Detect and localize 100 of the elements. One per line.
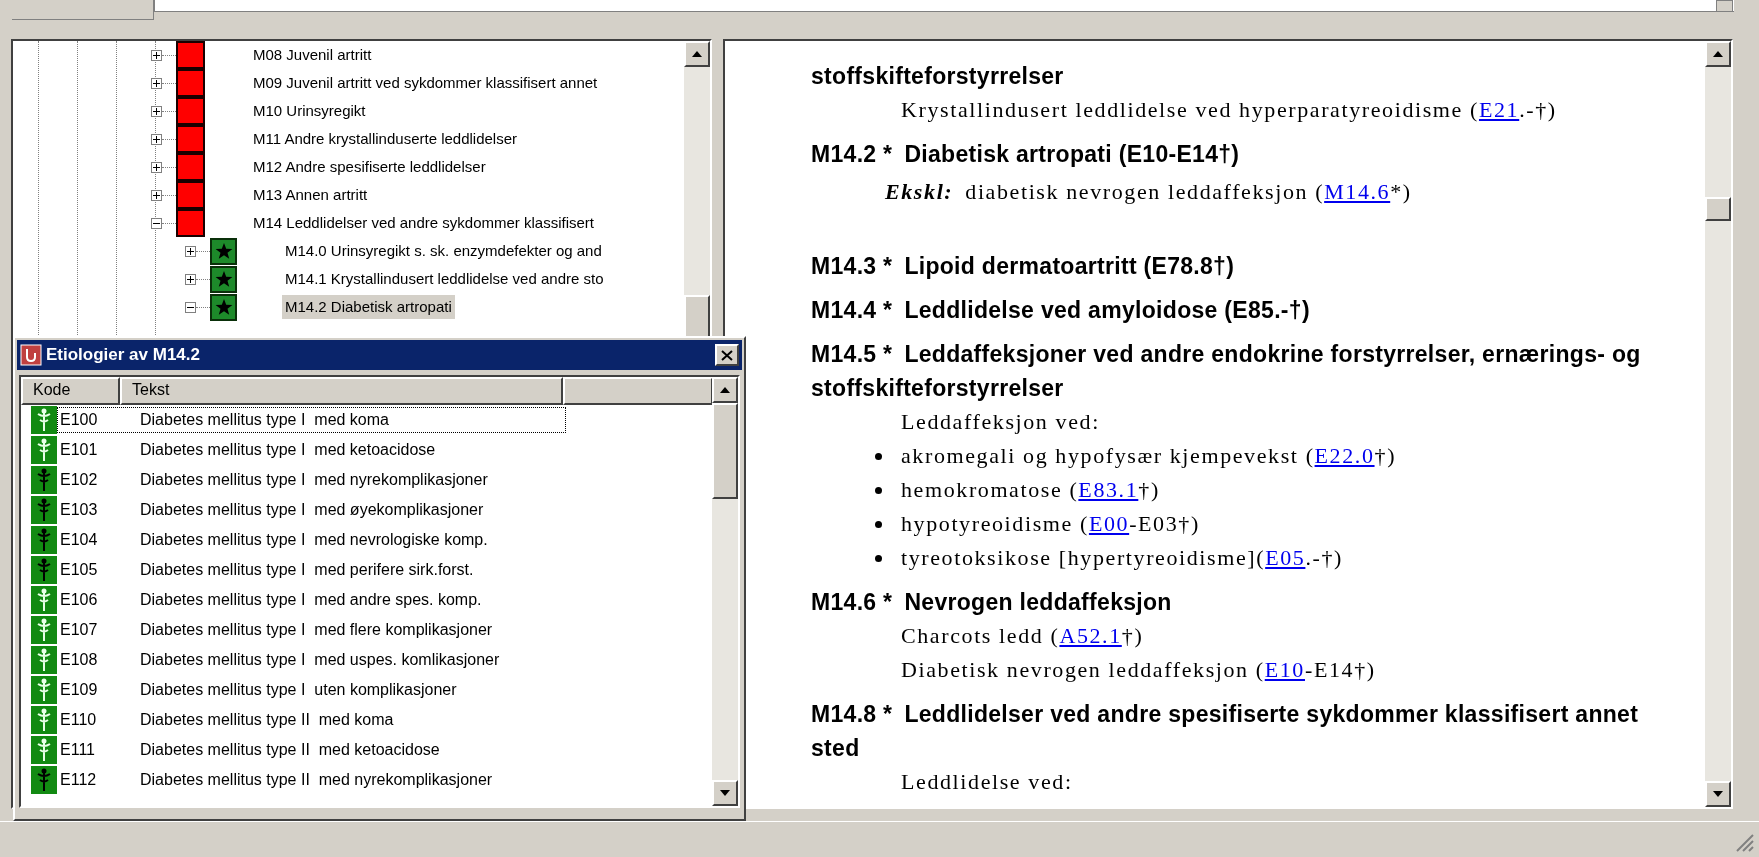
list-row[interactable]: E101 Diabetes mellitus type I med ketoacidose — [57, 437, 566, 463]
expand-toggle[interactable] — [151, 77, 162, 89]
text-cell-text: Diabetes mellitus type I med perifere sirk.forst. — [140, 560, 474, 580]
heading: M14.3 * Lipoid dermatoartritt (E78.8†) — [811, 252, 1236, 281]
list-row[interactable]: E107 Diabetes mellitus type I med flere komplikasjoner — [57, 617, 566, 643]
window-title: Etiologier av M14.2 — [46, 344, 201, 367]
star-glyph-icon — [214, 270, 233, 288]
tree-item[interactable]: M13 Annen artritt — [250, 183, 371, 207]
expand-toggle[interactable] — [185, 273, 196, 285]
status-block-icon — [176, 69, 205, 97]
scroll-up-button[interactable] — [712, 377, 738, 403]
paragraph: Charcots ledd (A52.1†) — [901, 623, 1144, 648]
tree-item[interactable]: M10 Urinsyregikt — [250, 99, 369, 123]
staff-icon — [31, 736, 57, 764]
expand-toggle[interactable] — [151, 49, 162, 61]
text-cell-text: Diabetes mellitus type I med nyrekomplikasjoner — [140, 470, 488, 490]
staff-icon — [31, 406, 57, 434]
text-cell-text: Diabetes mellitus type II med nyrekomplikasjoner — [140, 770, 493, 790]
list-row[interactable]: E105 Diabetes mellitus type I med perifere sirk.forst. — [57, 557, 566, 583]
code-cell-text: E103 — [59, 500, 99, 520]
staff-icon — [31, 466, 57, 494]
text-cell-text: Diabetes mellitus type II med ketoacidose — [140, 740, 440, 760]
list-item: tyreotoksikose [hypertyreoidisme](E05.-†) — [901, 544, 1343, 572]
expand-toggle[interactable] — [151, 161, 162, 173]
scroll-up-button[interactable] — [1705, 41, 1731, 67]
link[interactable]: A52.1 — [1059, 623, 1122, 648]
plus-icon — [153, 79, 160, 87]
list-row[interactable]: E111 Diabetes mellitus type II med ketoacidose — [57, 737, 566, 763]
list-item: hypotyreoidisme (E00-E03†) — [901, 510, 1200, 538]
tree-item[interactable]: M11 Andre krystallinduserte leddlidelser — [250, 127, 521, 151]
staff-icon — [31, 496, 57, 524]
code-cell-text: E100 — [59, 410, 99, 430]
paragraph: Leddaffeksjon ved: — [901, 409, 1100, 434]
plus-icon — [153, 107, 160, 115]
list-row[interactable]: E102 Diabetes mellitus type I med nyrekomplikasjoner — [57, 467, 566, 493]
list-row[interactable]: E108 Diabetes mellitus type I med uspes. komlikasjoner — [57, 647, 566, 673]
tree-item[interactable]: M14.1 Krystallindusert leddlidelse ved andre sto — [282, 267, 607, 291]
expand-toggle[interactable] — [151, 217, 162, 229]
up-arrow-icon — [1713, 51, 1723, 57]
staff-icon — [31, 526, 57, 554]
column-header[interactable]: Kode — [21, 377, 120, 405]
tree-item[interactable]: M14 Leddlidelser ved andre sykdommer klassifisert — [250, 211, 597, 235]
paragraph: Krystallindusert leddlidelse ved hyperparatyreoidisme (E21.-†) — [901, 97, 1557, 122]
staff-icon — [31, 706, 57, 734]
close-button[interactable] — [715, 344, 739, 366]
input-field[interactable] — [154, 0, 1734, 12]
scroll-up-button[interactable] — [684, 41, 710, 67]
code-cell-text: E109 — [59, 680, 99, 700]
text-cell-text: Diabetes mellitus type I uten komplikasjoner — [140, 680, 457, 700]
list-row[interactable]: E106 Diabetes mellitus type I med andre spes. komp. — [57, 587, 566, 613]
link[interactable]: E21 — [1478, 97, 1520, 122]
scroll-thumb[interactable] — [712, 403, 738, 499]
expand-toggle[interactable] — [151, 105, 162, 117]
code-cell-text: E110 — [59, 710, 98, 730]
tree-item[interactable]: M12 Andre spesifiserte leddlidelser — [250, 155, 489, 179]
column-header[interactable]: Tekst — [120, 377, 563, 405]
list-row[interactable]: E112 Diabetes mellitus type II med nyrekomplikasjoner — [57, 767, 566, 793]
list-row[interactable]: E104 Diabetes mellitus type I med nevrologiske komp. — [57, 527, 566, 553]
expand-toggle[interactable] — [185, 301, 196, 313]
staff-icon — [31, 436, 57, 464]
code-cell-text: E102 — [59, 470, 99, 490]
status-block-icon — [176, 41, 205, 69]
link[interactable]: E83.1 — [1078, 477, 1139, 502]
up-arrow-icon — [692, 51, 702, 57]
list-row[interactable]: E103 Diabetes mellitus type I med øyekomplikasjoner — [57, 497, 566, 523]
code-cell-text: E107 — [59, 620, 99, 640]
plus-icon — [187, 247, 194, 255]
tree-item[interactable]: M14.0 Urinsyregikt s. sk. enzymdefekter og and — [282, 239, 605, 263]
expand-toggle[interactable] — [151, 189, 162, 201]
scroll-thumb[interactable] — [684, 295, 710, 339]
expand-toggle[interactable] — [185, 245, 196, 257]
scrollbar[interactable] — [1705, 41, 1731, 807]
list-row[interactable]: E100 Diabetes mellitus type I med koma — [57, 407, 566, 433]
code-cell-text: E105 — [59, 560, 99, 580]
bullet-icon — [875, 520, 882, 528]
link[interactable]: M14.6 — [1324, 179, 1391, 204]
text-cell-text: Diabetes mellitus type I med andre spes. komp. — [140, 590, 482, 610]
paragraph: diabetisk nevrogen leddaffeksjon (M14.6*) — [965, 178, 1412, 206]
list-item: hemokromatose (E83.1†) — [901, 476, 1160, 504]
tree-item[interactable]: M09 Juvenil artritt ved sykdommer klassifisert annet — [250, 71, 601, 95]
scroll-thumb[interactable] — [1705, 197, 1731, 221]
staff-icon — [31, 586, 57, 614]
list-row[interactable]: E109 Diabetes mellitus type I uten komplikasjoner — [57, 677, 566, 703]
list-row[interactable]: E110 Diabetes mellitus type II med koma — [57, 707, 566, 733]
tree-item[interactable]: M14.2 Diabetisk artropati — [282, 295, 455, 319]
link[interactable]: E05 — [1265, 545, 1306, 570]
link[interactable]: E00 — [1088, 511, 1130, 536]
close-icon — [721, 349, 733, 361]
staff-icon — [31, 646, 57, 674]
code-cell-text: E104 — [59, 530, 99, 550]
text-cell-text: Diabetes mellitus type I med øyekomplikasjoner — [140, 500, 484, 520]
expand-toggle[interactable] — [151, 133, 162, 145]
tree-item[interactable]: M08 Juvenil artritt — [250, 43, 375, 67]
paragraph: Diabetisk nevrogen leddaffeksjon (E10-E14†) — [901, 657, 1376, 682]
heading: M14.8 * Leddlidelser ved andre spesifiserte sykdommer klassifisert annet sted — [811, 700, 1640, 763]
plus-icon — [153, 191, 160, 199]
status-block-icon — [176, 181, 205, 209]
code-cell-text: E112 — [59, 770, 98, 790]
scrollbar[interactable] — [712, 377, 738, 806]
plus-icon — [153, 163, 160, 171]
